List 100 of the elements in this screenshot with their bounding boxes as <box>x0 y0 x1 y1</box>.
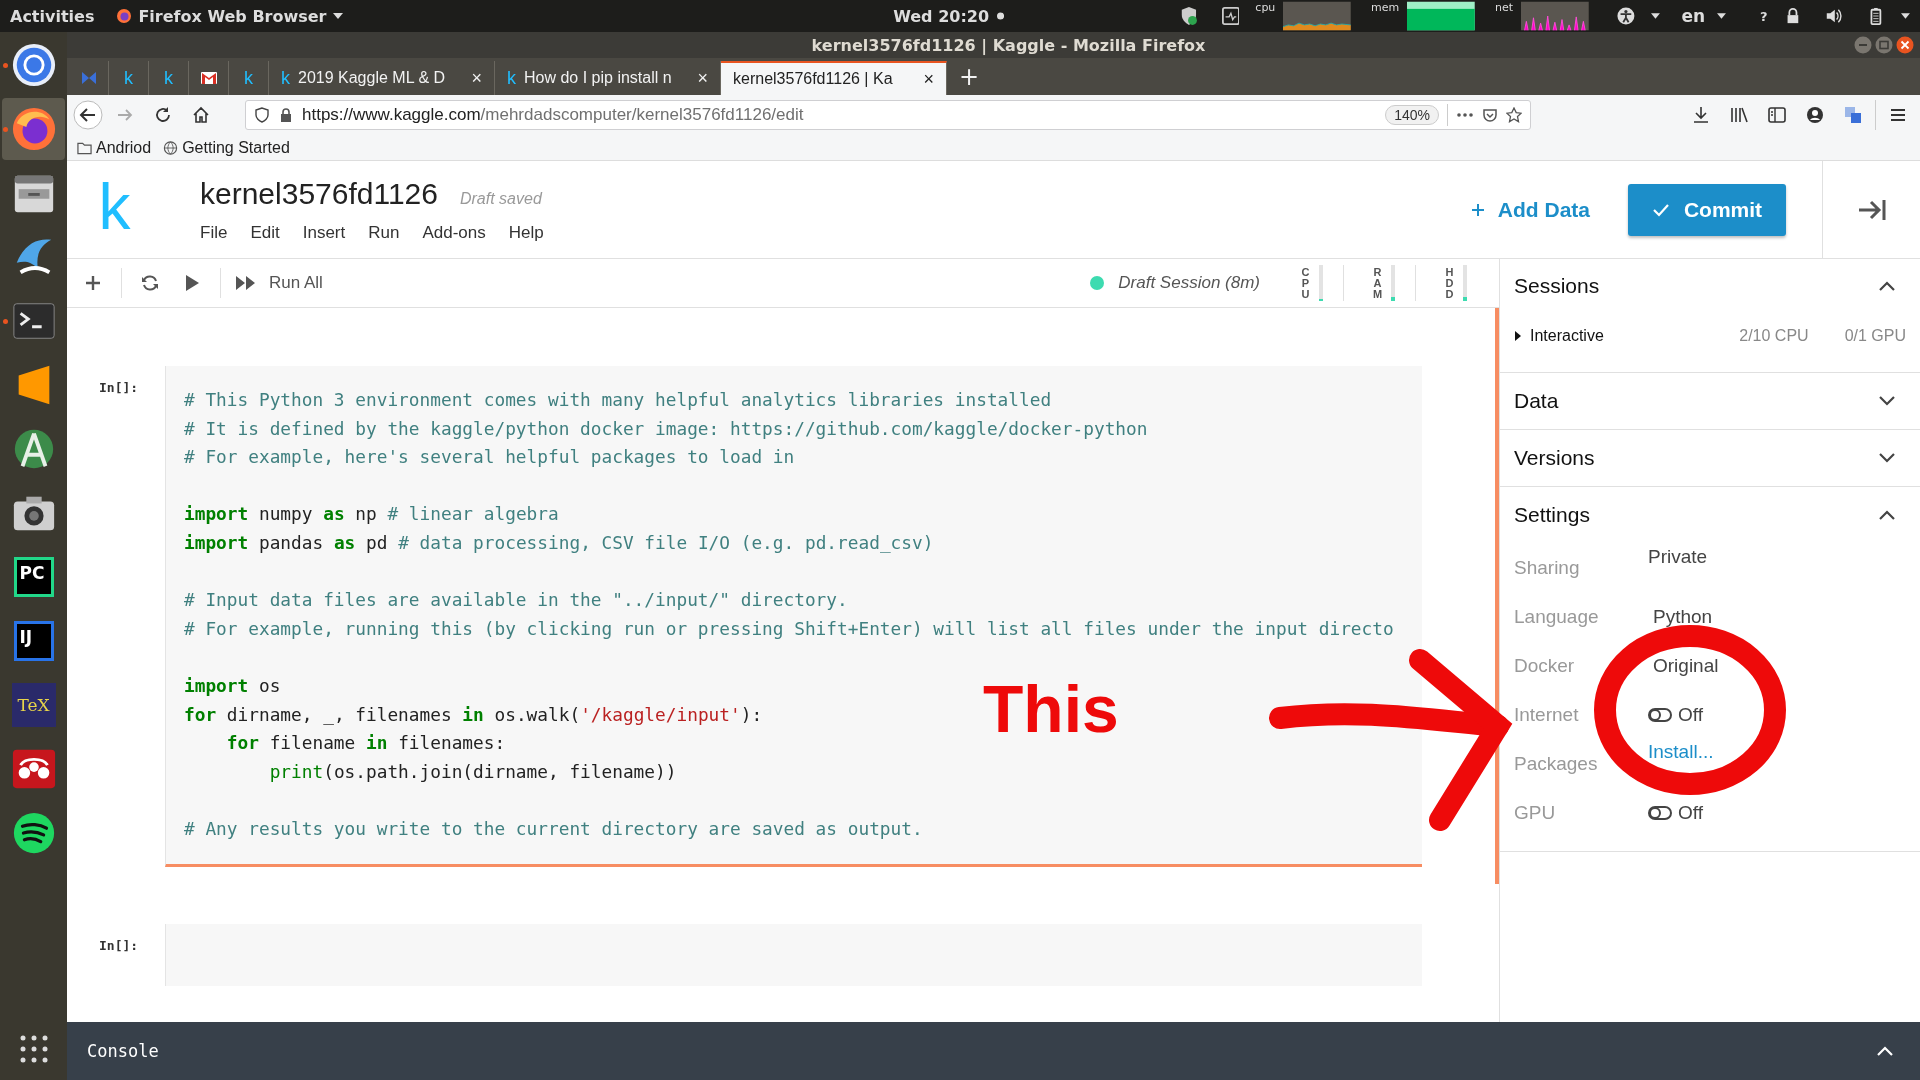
chevron-icon <box>1878 452 1896 464</box>
dock-item[interactable]: IJ <box>2 610 65 672</box>
setting-label: GPU <box>1514 801 1557 824</box>
triangle-icon <box>1514 331 1522 341</box>
code-line: for dirname, _, filenames in os.walk('/kaggle/input'): <box>184 702 763 727</box>
tex-logo: TeX <box>11 683 56 727</box>
caret-icon[interactable] <box>1901 13 1910 19</box>
running-indicator-icon <box>3 63 8 68</box>
bookmark-item[interactable]: Andriod <box>77 138 152 157</box>
session-item[interactable]: Interactive <box>1514 327 1704 345</box>
code-line: # This Python 3 environment comes with many helpful analytics libraries installed <box>184 388 1052 412</box>
favicon: k <box>164 67 173 89</box>
running-indicator-icon <box>3 127 8 132</box>
console-bar[interactable]: Console <box>67 1022 1920 1080</box>
meter-label: RAM <box>1372 266 1383 300</box>
section-header[interactable]: Settings <box>1500 487 1920 543</box>
globe-icon <box>116 8 133 24</box>
refresh-icon[interactable] <box>140 273 160 293</box>
close-tab-button[interactable]: × <box>923 68 934 90</box>
dock-item[interactable]: PC <box>2 546 65 608</box>
help-indicator[interactable]: ? <box>1760 8 1768 24</box>
favicon: k <box>244 67 253 89</box>
commit-button[interactable]: Commit <box>1628 183 1786 236</box>
code-line: # Input data files are available in the "../input/" directory. <box>184 588 848 613</box>
annotation-text: This <box>983 676 1119 742</box>
code-line: # Any results you write to the current directory are saved as output. <box>184 816 923 841</box>
pocket-icon[interactable] <box>1482 107 1498 123</box>
bookmark-item[interactable]: Getting Started <box>163 138 290 157</box>
url-field[interactable]: https://www.kaggle.com/mehrdadscomputer/kernel3576fd1126/edit 140% <box>245 100 1531 130</box>
shield-icon[interactable] <box>1179 6 1198 26</box>
menu-item[interactable]: Help <box>508 222 544 243</box>
code-line: # For example, here's several helpful packages to load in <box>184 445 795 470</box>
minimize-button[interactable] <box>1854 36 1872 54</box>
close-tab-button[interactable]: × <box>471 67 482 89</box>
chevron-icon <box>1878 509 1896 521</box>
run-all-button[interactable]: Run All <box>235 273 323 293</box>
code-line: # It is defined by the kaggle/python docker image: https://github.com/kaggle/docker-python <box>184 416 1148 441</box>
browser-tab[interactable]: kernel3576fd1126 | Ka × <box>721 61 947 95</box>
app-menu[interactable]: Firefox Web Browser <box>116 6 343 26</box>
language-indicator[interactable]: en <box>1681 6 1706 26</box>
code-line: import os <box>184 673 281 698</box>
activities-button[interactable]: Activities <box>10 6 95 26</box>
setting-label: Sharing <box>1514 556 1581 579</box>
section-header[interactable]: Sessions <box>1500 258 1920 314</box>
zoom-level-button[interactable]: 140% <box>1385 105 1439 125</box>
library-icon[interactable] <box>1729 105 1749 125</box>
window-title: kernel3576fd1126 | Kaggle - Mozilla Firefox <box>811 35 1206 55</box>
star-icon[interactable] <box>1506 107 1522 123</box>
home-button[interactable] <box>191 105 211 125</box>
ide-logo: PC <box>13 557 54 597</box>
download-icon[interactable] <box>1691 105 1711 125</box>
caret-icon[interactable] <box>1650 13 1660 19</box>
ide-logo: IJ <box>13 621 54 661</box>
plus-icon <box>1469 201 1486 218</box>
clock[interactable]: Wed 20:20 <box>893 6 990 26</box>
menu-item[interactable]: File <box>200 222 228 243</box>
toggle-switch[interactable]: Off <box>1648 801 1703 824</box>
gpu-usage: 0/1 GPU <box>1844 327 1906 345</box>
new-tab-button[interactable]: + <box>947 63 992 95</box>
menu-item[interactable]: Add-ons <box>422 222 486 243</box>
code-line: for filename in filenames: <box>225 731 506 756</box>
accessibility-icon[interactable] <box>1616 6 1635 26</box>
setting-label: Internet <box>1514 703 1580 726</box>
notebook-title[interactable]: kernel3576fd1126 <box>200 176 438 211</box>
translate-icon[interactable] <box>1843 105 1863 125</box>
section-header[interactable]: Versions <box>1500 430 1920 486</box>
menu-item[interactable]: Run <box>368 222 400 243</box>
chevron-up-icon <box>1876 1045 1894 1057</box>
more-icon[interactable] <box>1456 112 1474 118</box>
folder-icon <box>77 140 92 155</box>
meter-label: CPU <box>1300 266 1311 300</box>
section-header[interactable]: Data <box>1500 373 1920 429</box>
setting-label: Language <box>1514 605 1600 628</box>
dock-item[interactable]: TeX <box>2 674 65 736</box>
globe-icon <box>10 106 57 152</box>
menu-item[interactable]: Insert <box>302 222 346 243</box>
toggle-switch[interactable]: Off <box>1648 703 1703 726</box>
app-grid-icon[interactable] <box>18 1034 49 1064</box>
setting-value: Original <box>1653 654 1719 677</box>
add-cell-icon[interactable] <box>83 273 103 293</box>
close-button[interactable] <box>1896 36 1914 54</box>
reload-button[interactable] <box>153 105 173 125</box>
collapse-panel-icon[interactable] <box>1856 197 1887 222</box>
back-button[interactable] <box>73 100 103 130</box>
bowtie-icon <box>80 70 97 86</box>
install-link[interactable]: Install... <box>1648 740 1714 763</box>
mail-icon <box>200 70 217 86</box>
add-data-link[interactable]: Add Data <box>1469 197 1590 222</box>
sidebar-icon[interactable] <box>1767 105 1787 125</box>
code-editor[interactable] <box>165 366 1422 867</box>
caret-icon[interactable] <box>1717 13 1727 19</box>
close-tab-button[interactable]: × <box>697 67 708 89</box>
menu-item[interactable]: Edit <box>250 222 280 243</box>
globe-icon <box>163 140 179 155</box>
url-text: https://www.kaggle.com/mehrdadscomputer/kernel3576fd1126/edit <box>302 105 805 125</box>
monitor-icon[interactable] <box>1221 6 1240 26</box>
account-icon[interactable] <box>1805 105 1825 125</box>
chevron-icon <box>1878 395 1896 407</box>
session-status[interactable]: Draft Session (8m) <box>1118 273 1260 293</box>
setting-value: Python <box>1653 605 1713 628</box>
